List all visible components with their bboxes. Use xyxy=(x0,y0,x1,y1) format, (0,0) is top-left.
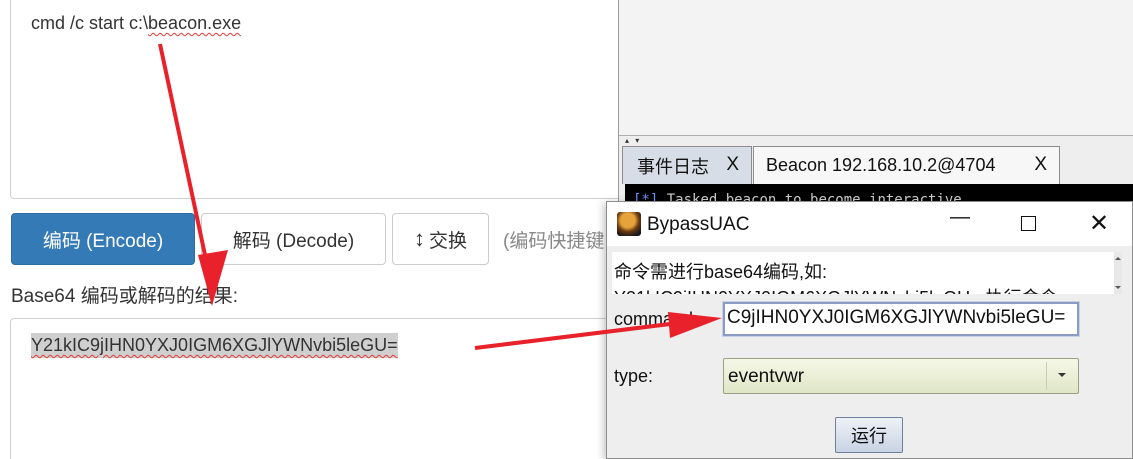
result-text: Y21kIC9jIHN0YXJ0IGM6XGJlYWNvbi5leGU= xyxy=(31,333,398,358)
tab-beacon[interactable]: Beacon 192.168.10.2@4704 X xyxy=(753,146,1060,184)
swap-label: 交换 xyxy=(428,230,467,252)
tab-beacon-label: Beacon 192.168.10.2@4704 xyxy=(766,155,996,175)
source-text: cmd /c start c:\beacon.exe xyxy=(31,13,242,33)
swap-button[interactable]: ↕ 交换 xyxy=(392,213,489,265)
close-icon[interactable]: ✕ xyxy=(1079,209,1119,238)
type-select[interactable]: eventvwr xyxy=(723,358,1079,394)
maximize-icon[interactable] xyxy=(1008,210,1048,237)
decode-button[interactable]: 解码 (Decode) xyxy=(201,213,386,265)
pane-splitter[interactable]: ▴ ▾ xyxy=(625,136,641,145)
swap-arrows-icon: ↕ xyxy=(413,226,425,251)
result-label: Base64 编码或解码的结果: xyxy=(11,286,238,307)
source-filename: beacon.exe xyxy=(148,13,242,33)
help-message-box[interactable]: 命令需进行base64编码,如: Y21kIC9jIHN0YXJ0IGM6XGJ… xyxy=(612,252,1122,294)
app-icon xyxy=(617,212,641,236)
tab-event-log[interactable]: 事件日志 X xyxy=(622,146,752,184)
type-selected-value: eventvwr xyxy=(728,366,805,387)
help-message-line: 命令需进行base64编码,如: xyxy=(614,262,828,282)
run-button[interactable]: 运行 xyxy=(835,417,903,453)
type-label: type: xyxy=(614,366,654,386)
chevron-down-icon[interactable] xyxy=(1046,362,1076,390)
tab-event-log-label: 事件日志 xyxy=(637,156,709,177)
tab-event-log-close-icon[interactable]: X xyxy=(726,154,739,176)
dialog-titlebar[interactable]: BypassUAC — ✕ xyxy=(607,202,1132,246)
encode-button[interactable]: 编码 (Encode) xyxy=(11,213,195,265)
command-input[interactable]: C9jIHN0YXJ0IGM6XGJlYWNvbi5leGU= xyxy=(722,301,1080,337)
minimize-icon[interactable]: — xyxy=(940,206,980,229)
shortcut-hint: (编码快捷键 xyxy=(503,231,605,252)
bypassuac-dialog: BypassUAC — ✕ 命令需进行base64编码,如: Y21kIC9jI… xyxy=(606,201,1133,459)
help-message-line: Y21kIC9jIHN0YXJ0IGM6XGJlYWNvbi5leGU= 执行命… xyxy=(614,284,1058,294)
tab-beacon-close-icon[interactable]: X xyxy=(1034,154,1047,176)
dialog-title: BypassUAC xyxy=(647,214,750,235)
command-label: command: xyxy=(614,309,699,329)
result-textarea[interactable]: Y21kIC9jIHN0YXJ0IGM6XGJlYWNvbi5leGU= xyxy=(10,318,630,459)
message-scrollbar[interactable] xyxy=(1114,252,1122,294)
tab-bar: 事件日志 X Beacon 192.168.10.2@4704 X xyxy=(619,146,1133,184)
sessions-pane xyxy=(619,0,1133,136)
source-textarea[interactable]: cmd /c start c:\beacon.exe xyxy=(10,0,630,199)
